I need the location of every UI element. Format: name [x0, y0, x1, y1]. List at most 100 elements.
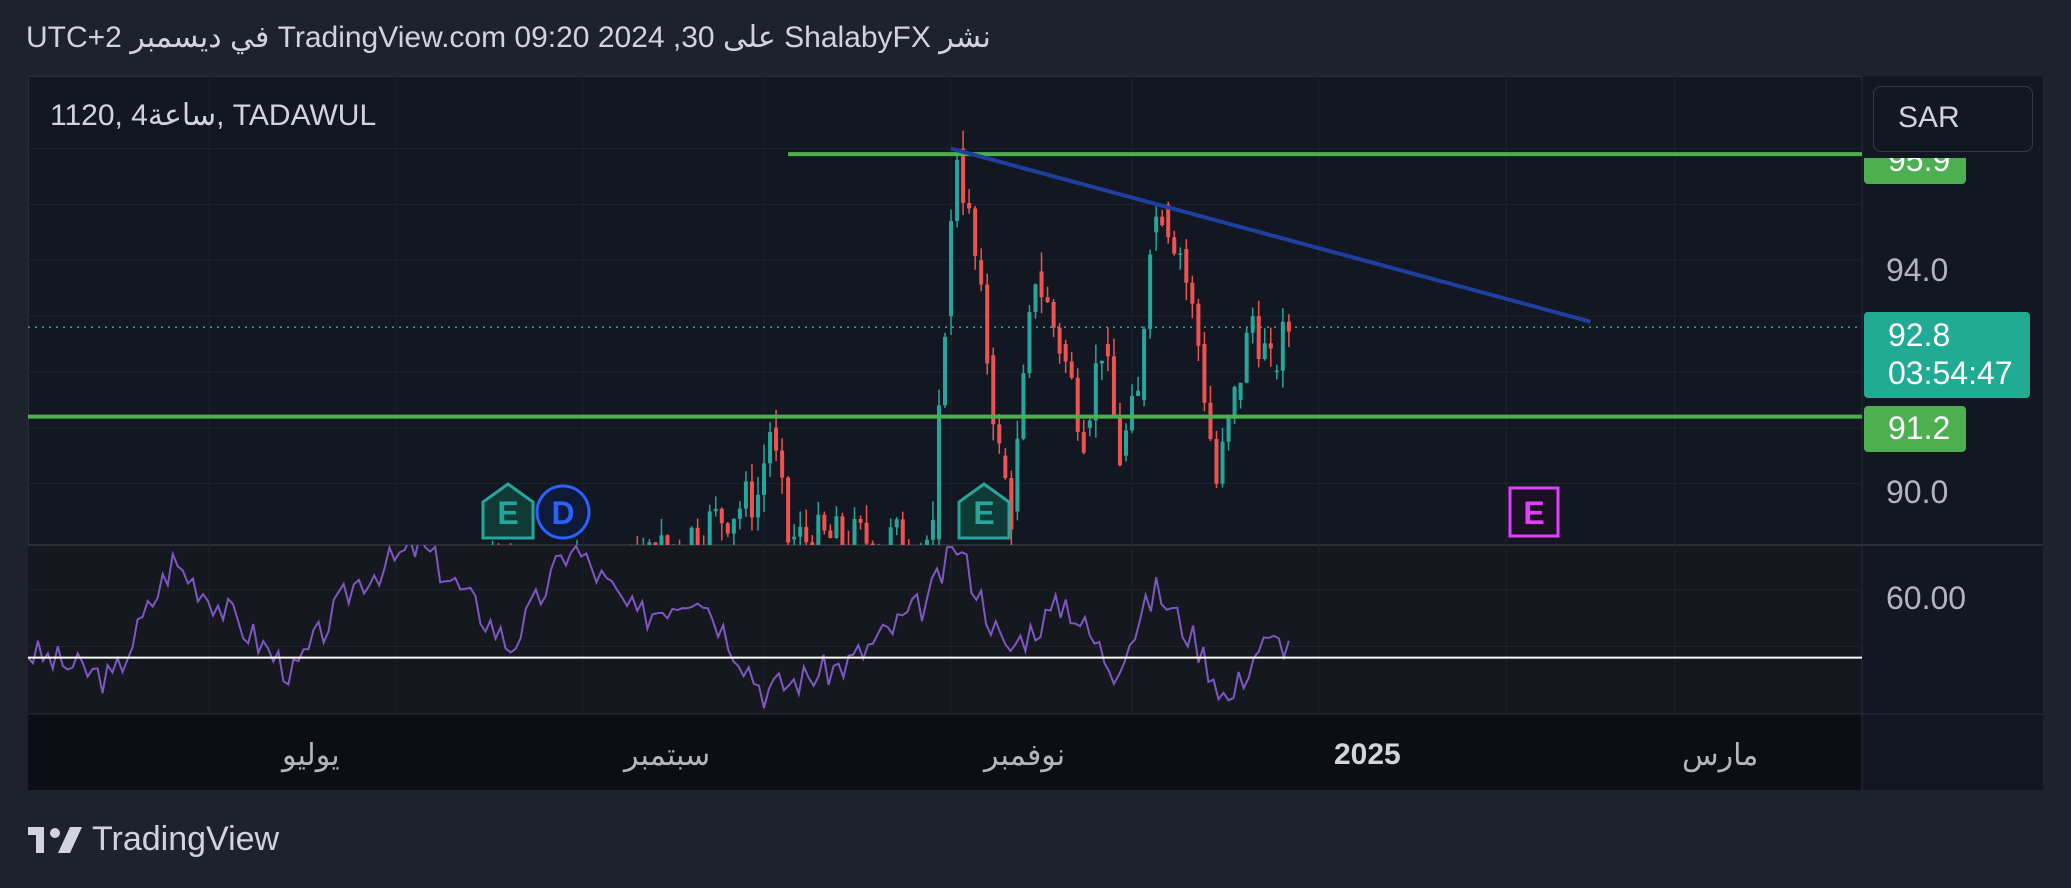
candle-body — [731, 518, 736, 534]
grid-lines — [28, 76, 2043, 790]
candle-body — [1051, 301, 1056, 328]
candle-body — [1136, 390, 1141, 396]
event-marker-label: E — [973, 495, 994, 531]
candle-body — [834, 516, 839, 539]
candle-body — [1190, 282, 1195, 304]
candle-body — [997, 424, 1002, 444]
candle-body — [1202, 344, 1207, 403]
time-label-july: يوليو — [282, 739, 340, 772]
candle-body — [1238, 382, 1243, 400]
symbol-title[interactable]: 1120, 4ساعة, TADAWUL — [50, 98, 376, 133]
event-marker-label: E — [497, 495, 518, 531]
candle-body — [1021, 373, 1026, 439]
candle-body — [725, 523, 730, 534]
candle-body — [713, 508, 718, 512]
candle-body — [979, 260, 984, 285]
candle-body — [864, 522, 869, 544]
candle-body — [991, 355, 996, 425]
event-marker-earnings-upcoming[interactable]: E — [1508, 486, 1560, 538]
event-marker-label: D — [551, 495, 574, 531]
candle-body — [1226, 416, 1231, 442]
price-tick-94: 94.0 — [1886, 252, 1949, 288]
time-label-march: مارس — [1682, 739, 1759, 772]
candle-body — [1123, 430, 1128, 456]
candle-body — [1160, 216, 1165, 226]
candle-body — [743, 481, 748, 509]
event-marker-dividend[interactable]: D — [535, 484, 591, 540]
candle-body — [780, 450, 785, 478]
candle-body — [719, 508, 724, 524]
candle-body — [1033, 284, 1038, 312]
candle-body — [1148, 254, 1153, 329]
candle-body — [930, 519, 935, 540]
candle-body — [840, 516, 845, 545]
candle-body — [1214, 439, 1219, 484]
rsi-pane — [28, 545, 1862, 714]
candle-body — [949, 221, 954, 317]
candle-body — [955, 159, 960, 222]
candle-body — [1039, 271, 1044, 298]
candle-body — [1003, 455, 1008, 479]
support-level-tag: 91.2 — [1864, 406, 1966, 452]
candle-body — [1208, 402, 1213, 440]
candle-body — [1268, 343, 1273, 349]
candle-body — [985, 284, 990, 364]
candle-body — [1069, 361, 1074, 378]
candle-body — [768, 431, 773, 464]
candle-body — [1178, 253, 1183, 255]
candle-body — [822, 514, 827, 531]
current-price-value: 92.8 — [1888, 317, 1951, 353]
currency-selector[interactable]: SAR — [1873, 86, 2033, 152]
candle-body — [1244, 332, 1249, 383]
candle-body — [828, 530, 833, 539]
tradingview-branding[interactable]: TradingView — [28, 820, 279, 859]
candle-body — [1105, 344, 1110, 357]
candle-body — [1250, 316, 1255, 333]
candle-body — [1256, 316, 1261, 359]
tradingview-logo-icon — [28, 826, 82, 853]
candle-body — [737, 508, 742, 519]
candle-body — [1045, 297, 1050, 302]
price-tick-90: 90.0 — [1886, 474, 1949, 510]
candle-body — [1154, 216, 1159, 233]
candle-body — [762, 463, 767, 495]
candle-body — [798, 526, 803, 537]
candle-body — [858, 518, 863, 523]
candle-body — [1015, 438, 1020, 512]
rsi-tick-60: 60.00 — [1886, 580, 1967, 616]
candle-body — [792, 536, 797, 540]
candle-body — [1099, 360, 1104, 364]
candle-body — [1117, 414, 1122, 466]
candle-body — [1142, 328, 1147, 400]
candle-body — [1093, 363, 1098, 421]
time-label-september: سبتمبر — [624, 739, 711, 772]
candle-body — [888, 527, 893, 545]
event-marker-earnings-past[interactable]: E — [957, 482, 1011, 540]
candle-body — [1081, 431, 1086, 453]
candle-body — [1232, 386, 1237, 417]
candle-body — [1130, 395, 1135, 431]
candle-body — [1274, 370, 1279, 373]
candle-body — [1075, 377, 1080, 432]
candle-countdown: 03:54:47 — [1888, 355, 2013, 391]
candle-body — [1196, 303, 1201, 346]
candle-body — [1220, 441, 1225, 484]
candle-body — [1057, 327, 1062, 354]
event-marker-earnings-past[interactable]: E — [481, 482, 535, 540]
candle-body — [1184, 249, 1189, 283]
time-label-november: نوفمبر — [984, 739, 1066, 772]
candle-body — [967, 202, 972, 209]
candle-body — [1262, 343, 1267, 359]
time-label-2025: 2025 — [1334, 738, 1401, 771]
event-marker-label: E — [1523, 495, 1544, 531]
candle-body — [894, 519, 899, 528]
candle-body — [1111, 356, 1116, 415]
candle-body — [1063, 344, 1068, 362]
footer-brand: TradingView — [92, 820, 280, 858]
current-price-tag: 92.8 03:54:47 — [1864, 312, 2030, 398]
candle-body — [804, 526, 809, 543]
candle-body — [1172, 237, 1177, 254]
candle-body — [749, 481, 754, 518]
candle-body — [774, 427, 779, 451]
candle-body — [1286, 321, 1291, 332]
